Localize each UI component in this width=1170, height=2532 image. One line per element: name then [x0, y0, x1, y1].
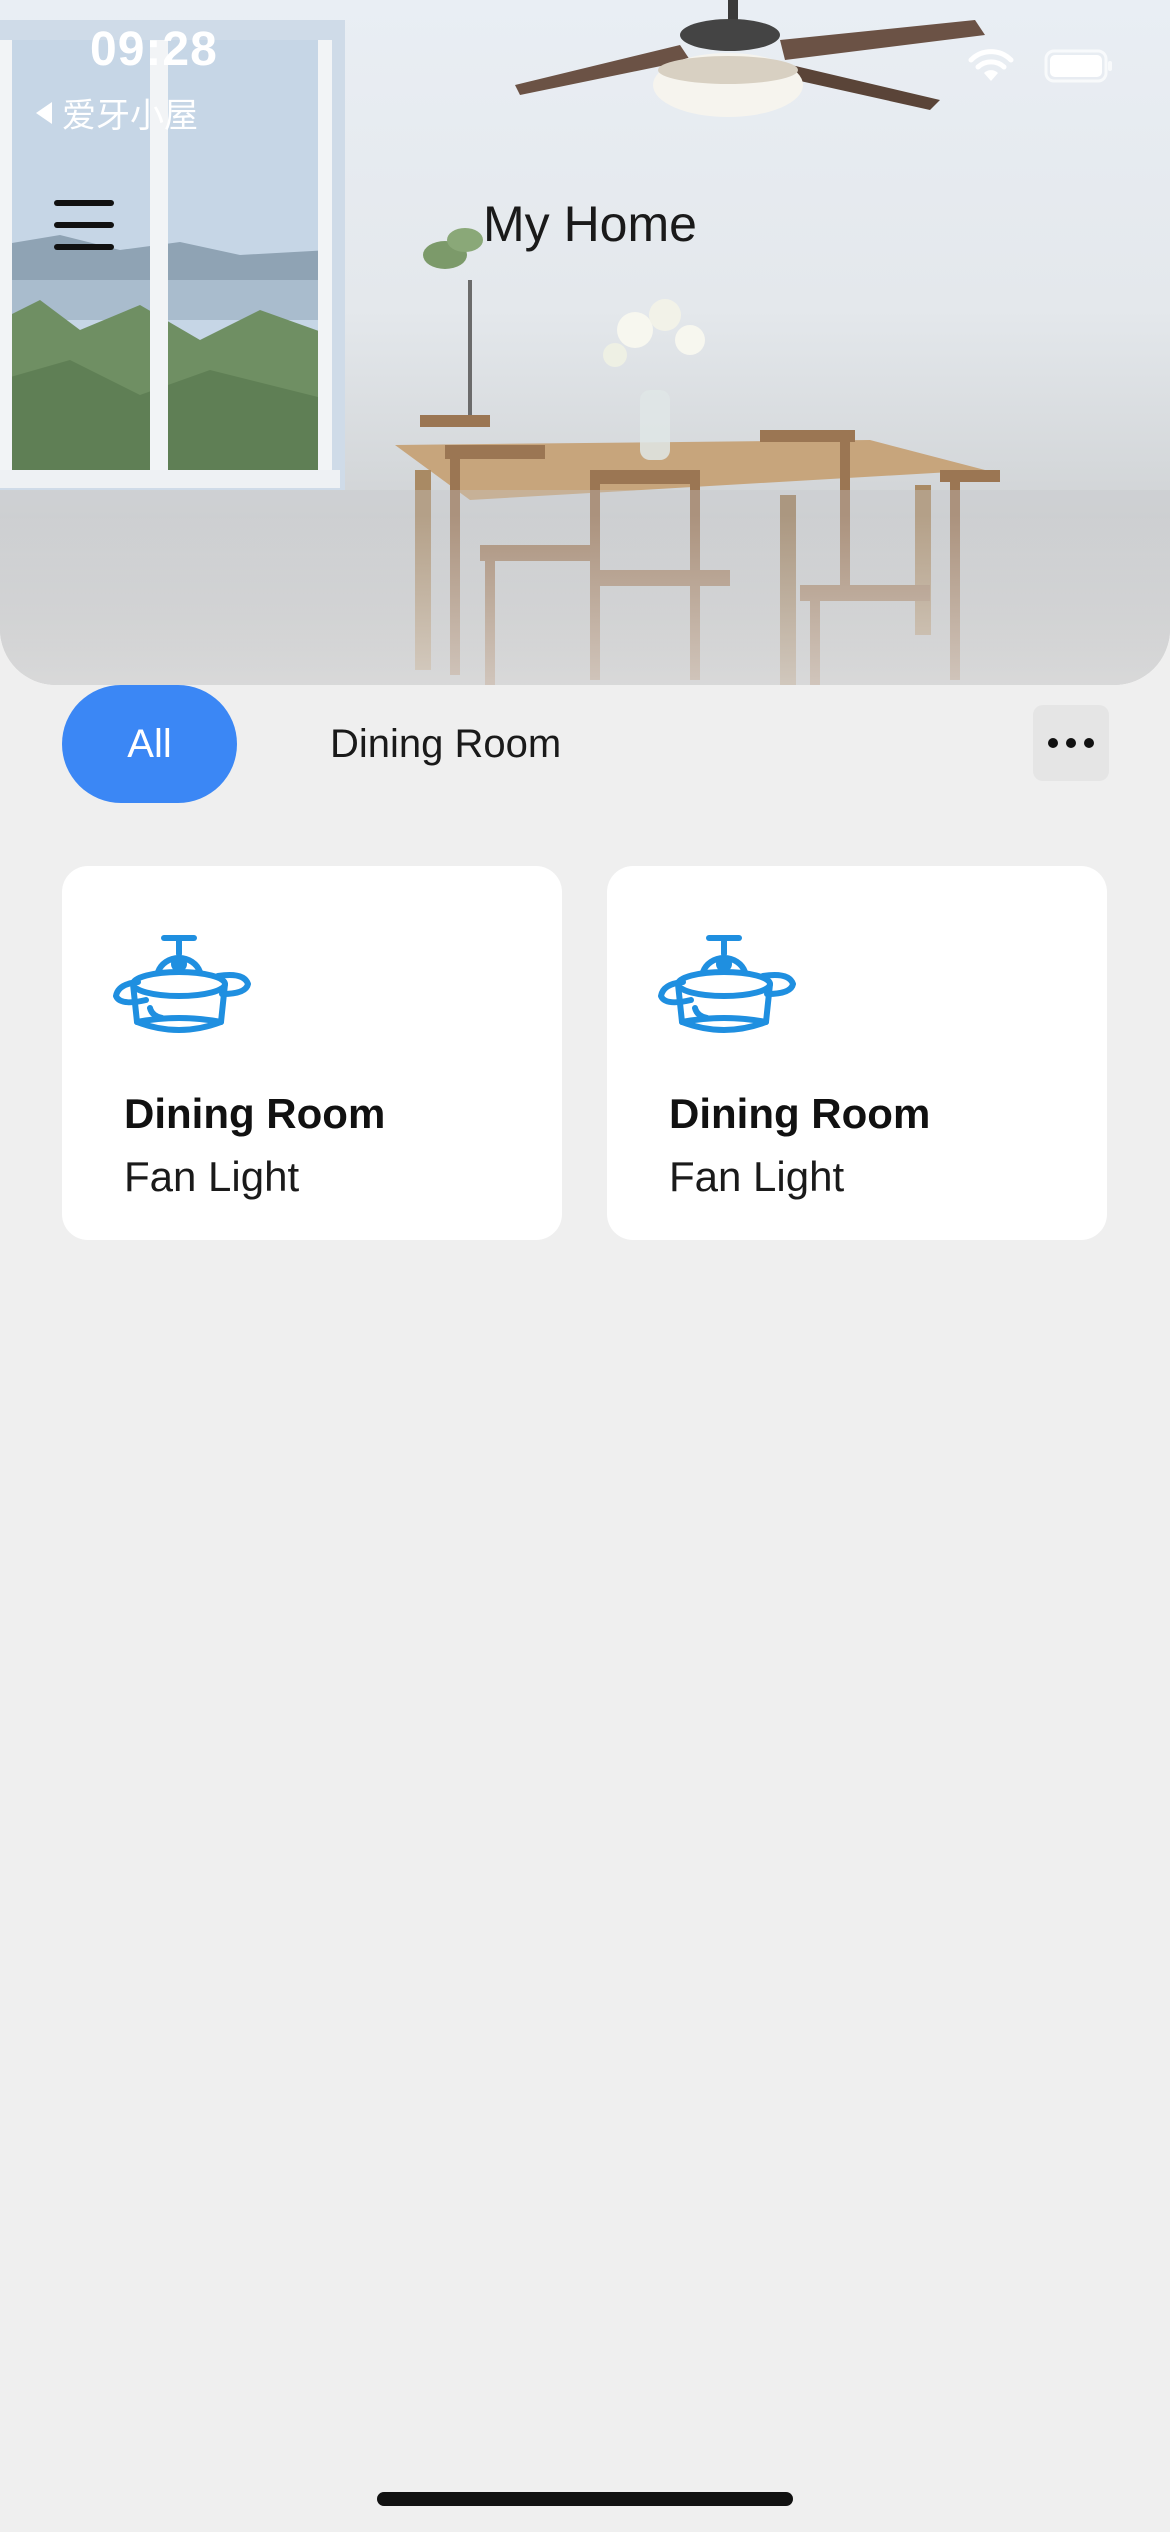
- back-app-label: 爱牙小屋: [62, 97, 198, 135]
- device-name: Fan Light: [669, 1153, 845, 1200]
- back-to-app-link[interactable]: 爱牙小屋: [36, 88, 198, 137]
- back-arrow-icon: [36, 101, 52, 124]
- battery-icon: [1044, 49, 1112, 83]
- device-card[interactable]: Dining Room Fan Light: [607, 866, 1107, 1240]
- device-room: Dining Room: [669, 1090, 931, 1137]
- banner-fade: [0, 515, 1170, 685]
- ceiling-fan-light-icon: [658, 935, 796, 1033]
- status-time: 09:28: [90, 23, 218, 76]
- ceiling-fan-light-icon: [113, 935, 251, 1033]
- status-indicators: [968, 48, 1114, 84]
- ellipsis-icon[interactable]: [1033, 705, 1109, 781]
- tab-all[interactable]: All: [62, 685, 237, 803]
- page-title: My Home: [483, 196, 697, 252]
- wifi-icon: [968, 49, 1014, 81]
- device-card[interactable]: Dining Room Fan Light: [62, 866, 562, 1240]
- home-indicator[interactable]: [377, 2492, 793, 2506]
- device-name: Fan Light: [124, 1153, 300, 1200]
- device-room: Dining Room: [124, 1090, 386, 1137]
- tab-dining-room[interactable]: Dining Room: [330, 685, 561, 803]
